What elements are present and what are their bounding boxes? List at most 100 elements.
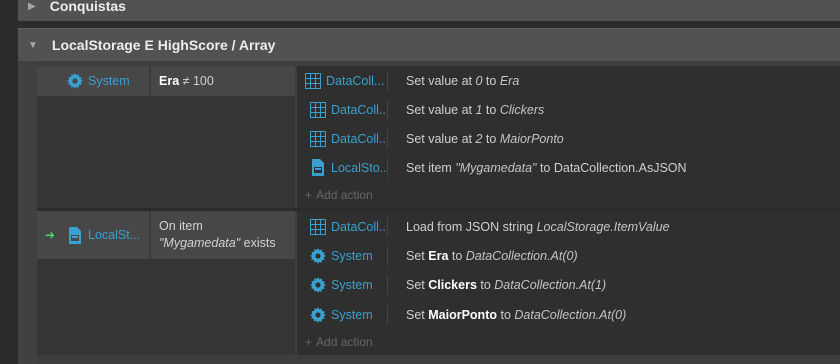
action-text: Set Clickers to DataCollection.At(1) (388, 278, 606, 292)
action-object[interactable]: DataColl... (297, 124, 387, 153)
action-text: Set value at 0 to Era (388, 74, 519, 88)
action-value: Era (499, 73, 520, 88)
expand-arrow-icon[interactable]: ▶ (28, 1, 36, 12)
event-block[interactable]: System Era ≠ 100 DataColl... Set value a… (37, 66, 840, 208)
action-object-name: DataColl... (331, 102, 387, 117)
condition-object[interactable]: ➜ LocalSt... (37, 211, 149, 259)
action-object-name: System (331, 277, 373, 292)
group-header-localstorage[interactable]: ▼ LocalStorage E HighScore / Array (18, 28, 840, 61)
add-action-button[interactable]: + Add action (297, 335, 373, 349)
action-text-part: to (482, 102, 500, 117)
action-text-part: Set item (406, 160, 456, 175)
array-grid-icon (310, 101, 326, 118)
action-text-part: Set (406, 277, 429, 292)
condition-line: On item (159, 219, 203, 233)
gear-icon (310, 306, 326, 323)
gear-icon (310, 247, 326, 264)
array-grid-icon (305, 72, 321, 89)
condition-row[interactable]: ➜ LocalSt... On item "Mygamedata" exists (37, 211, 295, 259)
action-key: "Mygamedata" (455, 160, 537, 175)
action-variable: MaiorPonto (428, 307, 497, 322)
action-text-part: to DataCollection.AsJSON (536, 160, 687, 175)
conditions-column: ➜ LocalSt... On item "Mygamedata" exists (37, 211, 295, 355)
action-row[interactable]: DataColl... Set value at 0 to Era (297, 66, 840, 95)
storage-file-icon (310, 159, 326, 176)
action-object-name: DataColl... (331, 219, 387, 234)
action-text-part: to (476, 277, 495, 292)
action-row[interactable]: System Set Clickers to DataCollection.At… (297, 270, 840, 299)
action-object[interactable]: DataColl... (297, 212, 387, 241)
action-expression: LocalStorage.ItemValue (536, 219, 670, 234)
action-text: Set value at 2 to MaiorPonto (388, 132, 564, 146)
group-title: Conquistas (49, 0, 126, 14)
action-text: Set item "Mygamedata" to DataCollection.… (388, 161, 687, 175)
action-text-part: to (497, 307, 515, 322)
collapse-arrow-icon[interactable]: ▼ (28, 40, 38, 51)
action-variable: Clickers (428, 277, 477, 292)
array-grid-icon (310, 130, 326, 147)
action-variable: Era (428, 248, 449, 263)
action-object-name: DataColl... (331, 131, 387, 146)
add-action-row[interactable]: + Add action (297, 182, 840, 208)
action-object-name: System (331, 248, 373, 263)
gear-icon (310, 276, 326, 293)
action-text: Set Era to DataCollection.At(0) (388, 249, 578, 263)
action-object-name: System (331, 307, 373, 322)
action-text-part: Set (406, 307, 429, 322)
action-text-part: Set value at (406, 73, 476, 88)
gear-icon (67, 73, 83, 89)
action-row[interactable]: DataColl... Load from JSON string LocalS… (297, 212, 840, 241)
condition-text: Era ≠ 100 (151, 66, 295, 96)
actions-column: DataColl... Load from JSON string LocalS… (297, 211, 840, 355)
action-object[interactable]: System (297, 300, 387, 329)
condition-object[interactable]: System (37, 66, 149, 96)
condition-text: On item "Mygamedata" exists (151, 211, 295, 259)
add-action-label: Add action (316, 335, 373, 349)
condition-line: exists (240, 236, 276, 250)
plus-icon: + (305, 188, 313, 202)
action-object[interactable]: LocalSto... (297, 153, 387, 182)
action-object[interactable]: System (297, 241, 387, 270)
add-action-label: Add action (316, 188, 373, 202)
action-text-part: to (448, 248, 466, 263)
group-header-conquistas[interactable]: ▶ Conquistas (18, 0, 840, 21)
action-row[interactable]: DataColl... Set value at 2 to MaiorPonto (297, 124, 840, 153)
action-expression: DataCollection.At(0) (514, 307, 627, 322)
action-expression: DataCollection.At(1) (494, 277, 607, 292)
actions-column: DataColl... Set value at 0 to Era DataCo… (297, 66, 840, 208)
action-text: Set MaiorPonto to DataCollection.At(0) (388, 308, 626, 322)
condition-comparison: ≠ 100 (179, 73, 214, 88)
action-text-part: to (482, 131, 500, 146)
action-object[interactable]: System (297, 270, 387, 299)
action-object-name: LocalSto... (331, 160, 387, 175)
event-block[interactable]: ➜ LocalSt... On item "Mygamedata" exists… (37, 211, 840, 355)
action-text: Load from JSON string LocalStorage.ItemV… (388, 220, 670, 234)
condition-object-name: System (88, 74, 130, 88)
group-margin (18, 61, 37, 364)
add-action-button[interactable]: + Add action (297, 188, 373, 202)
action-text-part: Set value at (406, 131, 476, 146)
action-value: Clickers (499, 102, 545, 117)
action-row[interactable]: DataColl... Set value at 1 to Clickers (297, 95, 840, 124)
condition-key: "Mygamedata" (159, 236, 241, 250)
action-object-name: DataColl... (326, 73, 385, 88)
condition-variable: Era (159, 73, 180, 88)
storage-file-icon (67, 226, 83, 244)
action-row[interactable]: System Set Era to DataCollection.At(0) (297, 241, 840, 270)
action-expression: DataCollection.At(0) (465, 248, 578, 263)
action-value: MaiorPonto (499, 131, 564, 146)
action-text-part: Set (406, 248, 429, 263)
group-title: LocalStorage E HighScore / Array (51, 37, 276, 53)
action-row[interactable]: LocalSto... Set item "Mygamedata" to Dat… (297, 153, 840, 182)
trigger-arrow-icon: ➜ (45, 228, 56, 242)
action-object[interactable]: DataColl... (297, 95, 387, 124)
action-object[interactable]: DataColl... (297, 66, 387, 95)
condition-row[interactable]: System Era ≠ 100 (37, 66, 295, 96)
plus-icon: + (305, 335, 313, 349)
add-action-row[interactable]: + Add action (297, 329, 840, 355)
array-grid-icon (310, 218, 326, 235)
action-text-part: Load from JSON string (406, 219, 537, 234)
action-text-part: Set value at (406, 102, 476, 117)
action-row[interactable]: System Set MaiorPonto to DataCollection.… (297, 300, 840, 329)
conditions-column: System Era ≠ 100 (37, 66, 295, 208)
